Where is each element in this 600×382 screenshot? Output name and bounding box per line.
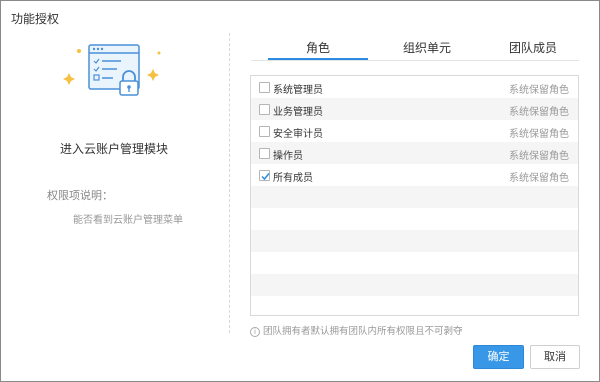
empty-row [251, 252, 578, 274]
role-tag: 系统保留角色 [509, 129, 569, 140]
empty-row [251, 274, 578, 296]
permission-dialog: 功能授权 进入云账户管理模块 权限项说明： 能否看到云账户管理菜单 角色 组织单… [0, 0, 600, 382]
role-tag: 系统保留角色 [509, 107, 569, 118]
active-tab-indicator [268, 58, 368, 60]
dialog-title: 功能授权 [11, 12, 60, 26]
role-tag: 系统保留角色 [509, 151, 569, 162]
role-name: 所有成员 [273, 173, 313, 184]
role-checkbox[interactable] [259, 104, 270, 115]
list-item[interactable]: 系统管理员 系统保留角色 [251, 76, 578, 98]
info-icon: i [250, 326, 260, 337]
empty-row [251, 186, 578, 208]
tab-bar: 角色 组织单元 团队成员 [251, 35, 579, 61]
role-checkbox[interactable] [259, 148, 270, 159]
list-item[interactable]: 安全审计员 系统保留角色 [251, 120, 578, 142]
role-name: 业务管理员 [273, 107, 323, 118]
check-icon [261, 173, 270, 181]
role-tag: 系统保留角色 [509, 85, 569, 96]
window-lock-illustration-icon [63, 44, 161, 96]
list-item[interactable]: 操作员 系统保留角色 [251, 142, 578, 164]
tab-roles[interactable]: 角色 [268, 39, 368, 56]
tab-org-units[interactable]: 组织单元 [377, 39, 477, 56]
owner-note: i 团队拥有者默认拥有团队内所有权限且不可剥夺 [250, 323, 463, 337]
empty-row [251, 296, 578, 315]
role-name: 安全审计员 [273, 129, 323, 140]
pane-divider [229, 33, 230, 333]
role-list: 系统管理员 系统保留角色 业务管理员 系统保留角色 安全审计员 系统保留角色 操… [250, 75, 579, 316]
tab-team-members[interactable]: 团队成员 [483, 39, 583, 56]
permission-description: 能否看到云账户管理菜单 [73, 215, 183, 226]
role-checkbox[interactable] [259, 170, 270, 181]
list-item[interactable]: 所有成员 系统保留角色 [251, 164, 578, 186]
role-checkbox[interactable] [259, 126, 270, 137]
role-name: 系统管理员 [273, 85, 323, 96]
role-tag: 系统保留角色 [509, 173, 569, 184]
permission-label: 权限项说明： [47, 189, 113, 202]
confirm-button[interactable]: 确定 [473, 345, 524, 369]
role-checkbox[interactable] [259, 82, 270, 93]
empty-row [251, 230, 578, 252]
left-pane: 进入云账户管理模块 权限项说明： 能否看到云账户管理菜单 [1, 31, 229, 331]
empty-row [251, 208, 578, 230]
owner-note-text: 团队拥有者默认拥有团队内所有权限且不可剥夺 [263, 326, 463, 337]
list-item[interactable]: 业务管理员 系统保留角色 [251, 98, 578, 120]
cancel-button[interactable]: 取消 [530, 345, 580, 369]
role-name: 操作员 [273, 151, 303, 162]
module-title: 进入云账户管理模块 [59, 142, 168, 156]
